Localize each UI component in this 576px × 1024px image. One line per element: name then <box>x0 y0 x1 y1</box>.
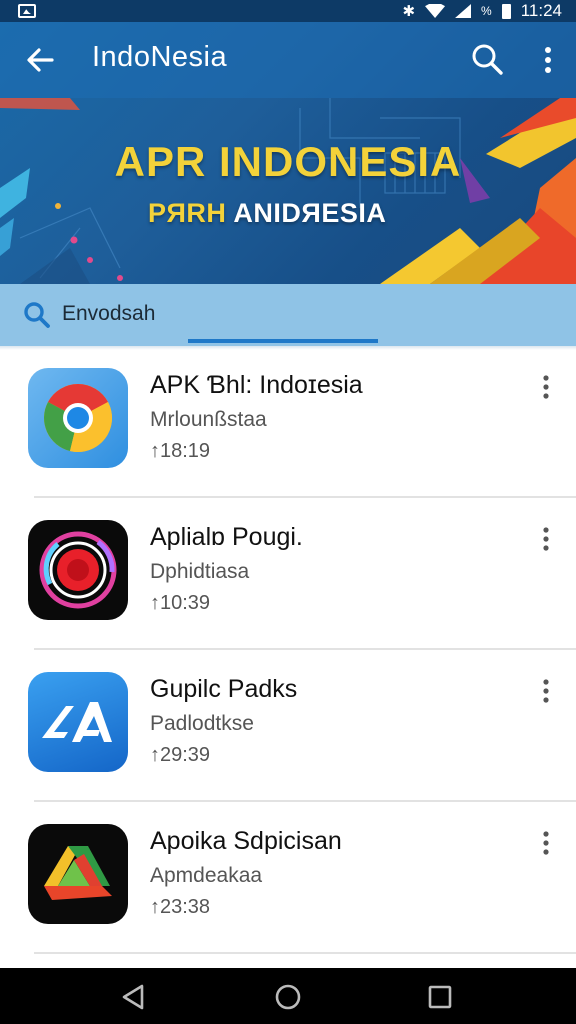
wifi-icon <box>425 4 446 18</box>
search-icon <box>24 302 50 328</box>
banner-subtitle-yellow: PЯRH <box>148 198 227 228</box>
app-bar: IndoNesia <box>0 22 576 98</box>
app-time: ↑10:39 <box>150 592 211 614</box>
app-subtitle: Padlodtkse <box>150 712 254 735</box>
list-item[interactable]: Apoika Sdpicisan Apmdeakaa ↑23:38 <box>0 802 576 954</box>
more-vert-icon[interactable] <box>530 42 566 78</box>
app-subtitle: Mrlounßstaa <box>150 408 267 431</box>
header-banner: IndoNesia APR INDONESIA PЯRH ANIDЯESIA <box>0 22 576 284</box>
list-item[interactable]: APK Ɓhl: Indoɪesia Mrlounßstaa ↑18:19 <box>0 346 576 498</box>
app-store-icon <box>28 672 128 772</box>
app-title: Apoika Sdpicisan <box>150 827 342 855</box>
app-title: Gupilc Padks <box>150 675 298 703</box>
more-vert-icon[interactable] <box>536 678 556 704</box>
bluetooth-icon: ✱ <box>402 2 416 20</box>
app-title: APK Ɓhl: Indoɪesia <box>150 371 363 399</box>
divider <box>34 952 576 954</box>
banner-subtitle: PЯRH ANIDЯESIA <box>148 198 386 229</box>
battery-icon <box>501 3 511 19</box>
list-item[interactable]: Aplialɒ Pougi. Dphidtiasa ↑10:39 <box>0 498 576 650</box>
camera-ring-icon <box>28 520 128 620</box>
signal-icon <box>455 4 472 18</box>
recents-square-icon[interactable] <box>425 982 455 1012</box>
banner-title: APR INDONESIA <box>114 138 462 185</box>
banner-artwork <box>0 98 576 284</box>
tab-indicator <box>188 339 378 343</box>
home-circle-icon[interactable] <box>273 982 303 1012</box>
banner-subtitle-white: ANIDЯESIA <box>233 198 387 228</box>
list-item[interactable]: Gupilc Padks Padlodtkse ↑29:39 <box>0 650 576 802</box>
app-time: ↑29:39 <box>150 744 211 766</box>
more-vert-icon[interactable] <box>536 526 556 552</box>
page-title: IndoNesia <box>92 41 228 73</box>
app-title: Aplialɒ Pougi. <box>150 523 303 551</box>
more-vert-icon[interactable] <box>536 374 556 400</box>
search-query-text: Envodsah <box>62 302 156 325</box>
app-time: ↑23:38 <box>150 896 211 918</box>
app-subtitle: Dphidtiasa <box>150 560 250 583</box>
navigation-bar <box>0 968 576 1024</box>
drive-style-icon <box>28 824 128 924</box>
notification-icon <box>18 4 36 18</box>
status-bar: ✱ % 11:24 <box>0 0 576 22</box>
more-vert-icon[interactable] <box>536 830 556 856</box>
app-time: ↑18:19 <box>150 440 211 462</box>
battery-percent: % <box>481 4 492 18</box>
chrome-style-icon <box>28 368 128 468</box>
search-icon[interactable] <box>468 40 506 78</box>
app-subtitle: Apmdeakaa <box>150 864 263 887</box>
status-time: 11:24 <box>520 1 562 20</box>
search-bar[interactable]: Envodsah <box>0 284 576 346</box>
back-arrow-icon[interactable] <box>22 42 58 78</box>
back-triangle-icon[interactable] <box>118 982 148 1012</box>
